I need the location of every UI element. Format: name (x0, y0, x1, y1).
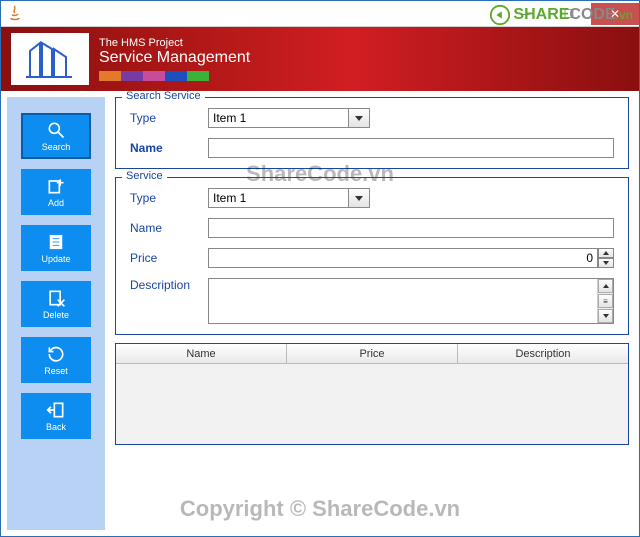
sidebar-label: Add (48, 198, 64, 208)
update-icon (46, 232, 66, 252)
back-icon (46, 400, 66, 420)
app-header: The HMS Project Service Management (1, 27, 639, 91)
sidebar-label: Back (46, 422, 66, 432)
java-icon (5, 4, 25, 24)
search-name-input[interactable] (208, 138, 614, 158)
sidebar-item-reset[interactable]: Reset (21, 337, 91, 383)
search-name-label: Name (130, 141, 208, 155)
service-table: Name Price Description (115, 343, 629, 445)
th-description[interactable]: Description (458, 344, 628, 363)
service-desc-label: Description (130, 278, 208, 292)
sidebar-item-back[interactable]: Back (21, 393, 91, 439)
sidebar-label: Update (41, 254, 70, 264)
main-panel: Search Service Type Name ShareCode.vn Se… (105, 91, 639, 536)
spin-down-icon[interactable] (598, 258, 614, 268)
th-name[interactable]: Name (116, 344, 287, 363)
table-body (116, 364, 628, 444)
textarea-scrollbar[interactable] (597, 279, 613, 323)
delete-icon (46, 288, 66, 308)
content-area: Search Add Update Delete Reset Back (1, 91, 639, 536)
service-price-label: Price (130, 251, 208, 265)
app-logo (11, 33, 89, 85)
search-legend: Search Service (122, 91, 205, 102)
scroll-thumb-icon[interactable] (598, 294, 613, 308)
sidebar-label: Reset (44, 366, 68, 376)
service-group: Service Type Name Price (115, 177, 629, 335)
sharecode-badge: SHARECODE.vn (489, 4, 633, 26)
sidebar-item-add[interactable]: Add (21, 169, 91, 215)
service-type-combo[interactable] (208, 188, 348, 208)
service-name-label: Name (130, 221, 208, 235)
spin-up-icon[interactable] (598, 248, 614, 258)
header-title: Service Management (99, 49, 250, 67)
app-window: ─ ☐ ✕ SHARECODE.vn The HMS Project Servi… (0, 0, 640, 537)
sidebar-item-delete[interactable]: Delete (21, 281, 91, 327)
service-desc-textarea[interactable] (209, 279, 597, 323)
service-type-label: Type (130, 191, 208, 205)
sidebar: Search Add Update Delete Reset Back (7, 97, 105, 530)
search-icon (46, 120, 66, 140)
service-name-input[interactable] (208, 218, 614, 238)
header-subtitle: The HMS Project (99, 37, 250, 49)
chevron-down-icon[interactable] (348, 188, 370, 208)
sidebar-item-update[interactable]: Update (21, 225, 91, 271)
color-swatches (99, 71, 209, 81)
search-type-label: Type (130, 111, 208, 125)
service-price-input[interactable] (208, 248, 598, 268)
th-price[interactable]: Price (287, 344, 458, 363)
service-legend: Service (122, 170, 167, 182)
sidebar-label: Search (42, 142, 71, 152)
chevron-down-icon[interactable] (348, 108, 370, 128)
search-service-group: Search Service Type Name (115, 97, 629, 169)
search-type-combo[interactable] (208, 108, 348, 128)
add-icon (46, 176, 66, 196)
table-header: Name Price Description (116, 344, 628, 364)
sidebar-label: Delete (43, 310, 69, 320)
scroll-down-icon[interactable] (598, 309, 613, 323)
scroll-up-icon[interactable] (598, 279, 613, 293)
reset-icon (46, 344, 66, 364)
sidebar-item-search[interactable]: Search (21, 113, 91, 159)
